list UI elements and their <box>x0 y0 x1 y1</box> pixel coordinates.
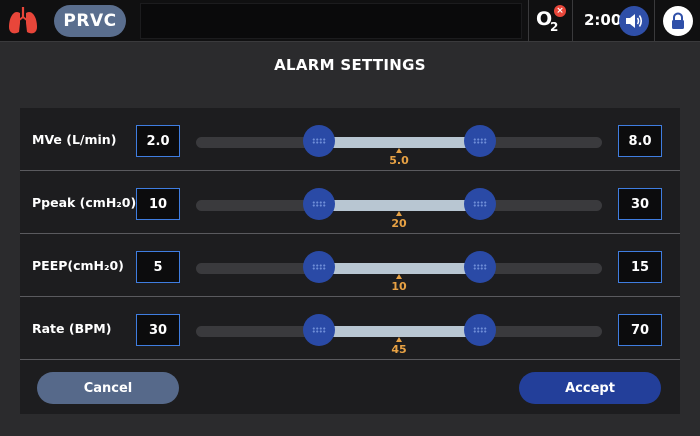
cancel-label: Cancel <box>83 380 133 396</box>
current-value-marker: 10 <box>388 274 410 293</box>
marker-triangle-icon <box>396 337 402 342</box>
alarm-min-input[interactable]: 2.0 <box>136 125 180 157</box>
slider-max-handle[interactable] <box>464 188 496 220</box>
o2-subscript: 2 <box>550 20 559 34</box>
marker-triangle-icon <box>396 148 402 153</box>
speaker-icon <box>626 14 643 28</box>
ventilation-mode-button[interactable]: PRVC <box>54 5 126 37</box>
slider-min-handle[interactable] <box>303 125 335 157</box>
o2-status[interactable]: O 2 × <box>532 4 570 38</box>
alarm-label: MVe (L/min) <box>32 132 117 147</box>
mode-label: PRVC <box>63 11 117 31</box>
divider <box>528 0 529 42</box>
alarm-row-mve: MVe (L/min) 2.0 5.0 8.0 <box>20 108 680 171</box>
page-title: ALARM SETTINGS <box>274 56 426 74</box>
slider-range <box>318 137 480 148</box>
slider-min-handle[interactable] <box>303 188 335 220</box>
grip-icon <box>473 138 487 144</box>
marker-triangle-icon <box>396 211 402 216</box>
lungs-icon <box>6 5 40 37</box>
grip-icon <box>473 327 487 333</box>
o2-alert-icon: × <box>554 5 566 17</box>
current-value-marker: 45 <box>388 337 410 356</box>
current-value: 45 <box>391 343 407 356</box>
alarm-min-input[interactable]: 5 <box>136 251 180 283</box>
slider-min-handle[interactable] <box>303 251 335 283</box>
slider-range <box>318 326 480 337</box>
slider-min-handle[interactable] <box>303 314 335 346</box>
accept-label: Accept <box>565 380 615 396</box>
alarm-max-input[interactable]: 70 <box>618 314 662 346</box>
speaker-button[interactable] <box>619 6 649 36</box>
current-value-marker: 20 <box>388 211 410 230</box>
slider-max-handle[interactable] <box>464 251 496 283</box>
grip-icon <box>312 327 326 333</box>
message-area <box>140 3 522 39</box>
cancel-button[interactable]: Cancel <box>37 372 179 404</box>
alarm-max-input[interactable]: 8.0 <box>618 125 662 157</box>
grip-icon <box>312 264 326 270</box>
grip-icon <box>312 201 326 207</box>
current-value-marker: 5.0 <box>388 148 410 167</box>
alarm-min-input[interactable]: 10 <box>136 188 180 220</box>
alarm-settings-panel: MVe (L/min) 2.0 5.0 8.0 Ppeak (cmH₂0) 10… <box>20 108 680 414</box>
grip-icon <box>473 264 487 270</box>
slider-max-handle[interactable] <box>464 125 496 157</box>
divider <box>654 0 655 42</box>
alarm-max-input[interactable]: 15 <box>618 251 662 283</box>
alarm-min-input[interactable]: 30 <box>136 314 180 346</box>
alarm-label: PEEP(cmH₂0) <box>32 258 124 273</box>
alarm-row-peep: PEEP(cmH₂0) 5 10 15 <box>20 234 680 297</box>
grip-icon <box>312 138 326 144</box>
slider-range <box>318 200 480 211</box>
status-bar: PRVC O 2 × 2:00 <box>0 0 700 42</box>
lock-icon <box>672 12 684 29</box>
alarm-label: Ppeak (cmH₂0) <box>32 195 137 210</box>
marker-triangle-icon <box>396 274 402 279</box>
slider-range <box>318 263 480 274</box>
slider-max-handle[interactable] <box>464 314 496 346</box>
alarm-max-input[interactable]: 30 <box>618 188 662 220</box>
grip-icon <box>473 201 487 207</box>
current-value: 20 <box>391 217 407 230</box>
timer-display: 2:00 <box>584 11 622 29</box>
divider <box>572 0 573 42</box>
alarm-row-rate: Rate (BPM) 30 45 70 <box>20 297 680 360</box>
accept-button[interactable]: Accept <box>519 372 661 404</box>
alarm-row-ppeak: Ppeak (cmH₂0) 10 20 30 <box>20 171 680 234</box>
alarm-label: Rate (BPM) <box>32 321 112 336</box>
current-value: 10 <box>391 280 407 293</box>
current-value: 5.0 <box>389 154 409 167</box>
lock-button[interactable] <box>663 6 693 36</box>
